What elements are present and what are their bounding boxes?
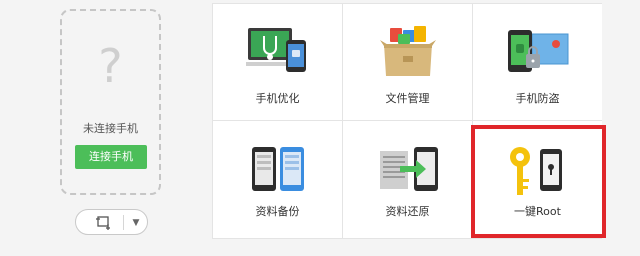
document-restore-icon [379,147,438,191]
screenshot-tool-pill: ▼ [75,209,148,235]
feature-grid: 手机优化 文件管理 手机防盗 资料备份 资料还原 一键Root [212,3,602,239]
tile-label: 资料备份 [255,205,300,218]
tile-label: 手机优化 [255,92,300,105]
connect-phone-button[interactable]: 连接手机 [75,145,147,169]
tile-file-manager[interactable]: 文件管理 [343,4,472,120]
tile-data-backup[interactable]: 资料备份 [213,121,342,238]
tile-label: 手机防盗 [515,92,560,105]
tile-data-restore[interactable]: 资料还原 [343,121,472,238]
tile-one-click-root[interactable]: 一键Root [473,121,602,238]
phone-backup-icon [251,147,304,191]
pill-divider [123,215,124,230]
phone-status-text: 未连接手机 [83,122,138,135]
tile-label: 文件管理 [385,92,430,105]
no-phone-placeholder-icon: ? [98,39,123,93]
file-box-icon [379,26,436,76]
tile-phone-antitheft[interactable]: 手机防盗 [473,4,602,120]
tile-label: 一键Root [514,205,561,218]
screenshot-button[interactable] [92,215,116,231]
stethoscope-laptop-icon [245,28,306,72]
phone-connection-panel: ? 未连接手机 连接手机 [60,9,161,195]
key-phone-icon [509,147,562,195]
phone-lock-map-icon [507,30,568,72]
chevron-down-icon[interactable]: ▼ [127,215,145,231]
screenshot-icon [96,216,110,230]
tile-label: 资料还原 [385,205,430,218]
tile-phone-optimize[interactable]: 手机优化 [213,4,342,120]
